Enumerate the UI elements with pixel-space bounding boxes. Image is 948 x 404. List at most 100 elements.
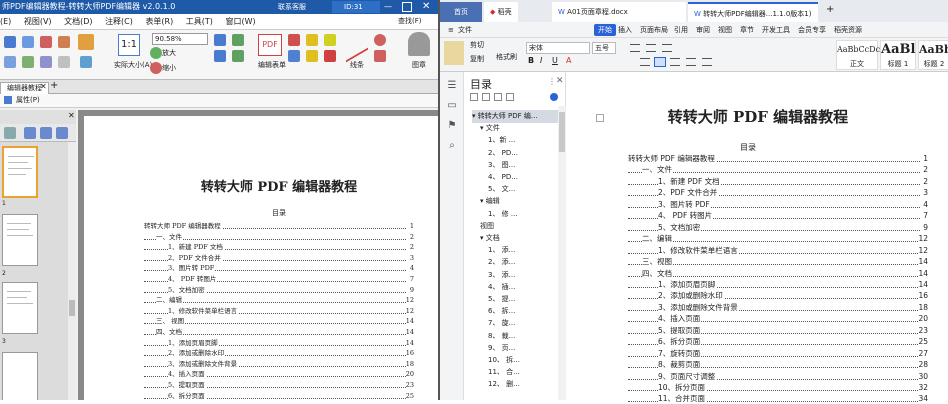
format-painter-button[interactable]: 格式刷 [496, 52, 517, 62]
nav-item[interactable]: 2、 添... [488, 256, 558, 269]
bullets-icon[interactable] [630, 44, 640, 52]
nav-item[interactable]: 5、 文... [488, 183, 558, 196]
print-icon[interactable] [4, 56, 16, 68]
thumb-rotate-icon[interactable] [24, 127, 36, 139]
toc-entry[interactable]: 5、文档加密 9 [144, 284, 414, 295]
toc-entry[interactable]: 1、添加页眉页脚 14 [628, 278, 928, 290]
checkbox-icon[interactable] [288, 50, 300, 62]
nav-options-icon[interactable]: ⋮ [548, 77, 556, 86]
menu-member[interactable]: 会员专享 [798, 22, 826, 38]
document-title[interactable]: 转转大师 PDF 编辑器教程 [566, 106, 948, 127]
toc-entry[interactable]: 5、提取页面 23 [144, 380, 414, 390]
maximize-icon[interactable] [402, 2, 412, 12]
level-button[interactable] [494, 93, 502, 101]
toc-entry[interactable]: 2、添加或删除水印 16 [144, 348, 414, 359]
minimize-icon[interactable]: — [384, 2, 394, 12]
menu-document[interactable]: 文档(D) [64, 17, 92, 26]
zoom-in-icon[interactable] [150, 47, 162, 59]
style-normal[interactable]: AaBbCcDc 正文 [836, 40, 880, 70]
toc-entry[interactable]: 1、修改软件菜单栏语言 12 [628, 244, 928, 256]
toc-entry[interactable]: 转转大师 PDF 编辑器教程 1 [628, 153, 928, 164]
align-left-icon[interactable] [640, 58, 650, 66]
nav-item[interactable]: 1、 修 ... [488, 208, 558, 221]
nav-item[interactable]: 7、 旋... [488, 317, 558, 330]
thumbnail-scroll-thumb[interactable] [69, 300, 75, 316]
tab-docx[interactable]: W A01页面章程.docx [552, 2, 686, 22]
note-icon[interactable] [324, 34, 336, 46]
level-button[interactable] [506, 93, 514, 101]
zoom-in-button[interactable]: 放大 [162, 48, 176, 58]
tab-daoke[interactable]: ◆ 稻壳 [484, 2, 518, 22]
level-button[interactable] [470, 93, 478, 101]
font-size-select[interactable]: 五号 [592, 42, 616, 54]
toc-entry[interactable]: 9、页面尺寸调整 30 [628, 370, 928, 382]
menu-review[interactable]: 审阅 [696, 22, 710, 38]
new-tab-icon[interactable]: + [50, 80, 58, 91]
properties-button[interactable]: 属性(P) [16, 95, 40, 105]
menu-view[interactable]: 视图(V) [24, 17, 52, 26]
toc-entry[interactable]: 四、文档 14 [628, 267, 928, 279]
toc-entry[interactable]: 11、合并页面 34 [628, 393, 928, 404]
zoom-out-button[interactable]: 缩小 [162, 63, 176, 73]
close-icon[interactable]: ✕ [422, 0, 430, 14]
page-thumbnail-2[interactable] [2, 214, 38, 266]
toc-entry[interactable]: 4、插入页面 20 [628, 313, 928, 325]
align-center-icon[interactable] [654, 57, 666, 67]
distribute-icon[interactable] [702, 58, 712, 66]
toc-entry[interactable]: 8、裁剪页面 28 [628, 359, 928, 371]
level-button[interactable] [482, 93, 490, 101]
nav-item[interactable]: ▾ 编辑 [480, 195, 558, 208]
page-layout-icon[interactable] [232, 50, 244, 62]
nav-item[interactable]: 5、 提... [488, 293, 558, 306]
edit-form-icon[interactable]: PDF [258, 34, 282, 56]
toc-entry[interactable]: 3、添加或删除文件背景 18 [144, 358, 414, 369]
nav-item[interactable]: 视图 [480, 220, 558, 233]
toc-entry[interactable]: 1、修改软件菜单栏语言 12 [144, 305, 414, 316]
thumb-menu-icon[interactable] [4, 127, 16, 139]
menu-insert[interactable]: 插入 [618, 22, 632, 38]
nav-item[interactable]: 11、 合... [488, 366, 558, 379]
nav-item[interactable]: 8、 裁... [488, 330, 558, 343]
nav-item[interactable]: 4、 插... [488, 281, 558, 294]
fit-width-icon[interactable] [214, 34, 226, 46]
menu-form[interactable]: 表单(R) [145, 17, 173, 26]
indent-icon[interactable] [662, 44, 672, 52]
menu-view[interactable]: 视图 [718, 22, 732, 38]
zoom-input[interactable]: 90.58% [152, 33, 208, 45]
toc-entry[interactable]: 2、PDF 文件合并 3 [628, 187, 928, 199]
redo-icon[interactable] [58, 36, 70, 48]
menu-dev-tools[interactable]: 开发工具 [762, 22, 790, 38]
undo-icon[interactable] [40, 36, 52, 48]
rotate-icon[interactable] [232, 34, 244, 46]
page-thumbnail-4[interactable] [2, 352, 38, 400]
underline-icon[interactable]: U [552, 56, 558, 65]
toc-entry[interactable]: 10、拆分页面 32 [628, 382, 928, 393]
chapter-icon[interactable]: ▭ [446, 100, 458, 112]
nav-item[interactable]: ▾ 文件 [480, 122, 558, 135]
search-icon[interactable]: ⌕ [446, 140, 458, 152]
nav-item[interactable]: 10、 拆... [488, 354, 558, 367]
menu-start[interactable]: 开始 [594, 24, 616, 36]
menu-tools[interactable]: 工具(T) [186, 17, 213, 26]
open-icon[interactable] [4, 36, 16, 48]
menu-file-icon[interactable]: ≡ [448, 22, 454, 38]
stamp-icon[interactable] [408, 32, 430, 56]
search-button[interactable]: 查找(F) [398, 16, 422, 26]
menu-layout[interactable]: 页面布局 [640, 22, 668, 38]
panel-close-icon[interactable]: ✕ [68, 111, 75, 120]
shape-icon[interactable] [374, 34, 386, 46]
highlight-icon[interactable] [306, 50, 318, 62]
justify-icon[interactable] [686, 58, 696, 66]
save-icon[interactable] [22, 36, 34, 48]
toc-entry[interactable]: 一、文件 2 [628, 164, 928, 176]
snapshot-icon[interactable] [58, 56, 70, 68]
toc-entry[interactable]: 4、插入页面 20 [144, 369, 414, 380]
nav-item[interactable]: 1、 添... [488, 244, 558, 257]
toc-entry[interactable]: 1、添加页眉页脚 14 [144, 337, 414, 348]
toc-entry[interactable]: 2、添加或删除水印 16 [628, 290, 928, 302]
tab-close-icon[interactable]: ✕ [40, 82, 47, 91]
tab-home[interactable]: 首页 [440, 2, 482, 22]
nav-item[interactable]: 3、 图... [488, 159, 558, 172]
paste-icon[interactable] [444, 41, 464, 65]
toc-entry[interactable]: 5、文档加密 9 [628, 221, 928, 233]
